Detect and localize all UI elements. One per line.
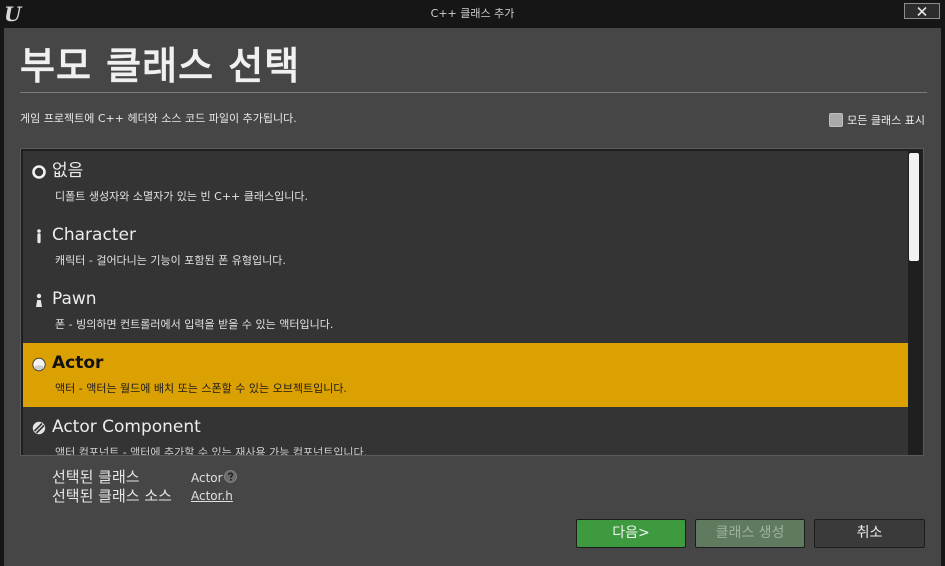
class-item-name: Actor [52, 353, 104, 373]
selected-class-source-link[interactable]: Actor.h [191, 488, 233, 504]
pawn-icon [36, 293, 42, 307]
title-divider [20, 92, 927, 93]
class-item-description: 디폴트 생성자와 소멸자가 있는 빈 C++ 클래스입니다. [55, 190, 308, 203]
help-icon[interactable] [224, 470, 237, 483]
class-item-name: 없음 [52, 161, 84, 181]
class-item-name: Character [52, 225, 136, 245]
window-title: C++ 클래스 추가 [430, 7, 515, 20]
dialog-content: 부모 클래스 선택 게임 프로젝트에 C++ 헤더와 소스 코드 파일이 추가됩… [4, 28, 941, 566]
class-item-pawn[interactable]: Pawn 폰 - 빙의하면 컨트롤러에서 입력을 받을 수 있는 액터입니다. [23, 279, 908, 343]
class-item-name: Actor Component [52, 417, 201, 437]
parent-class-list: 없음 디폴트 생성자와 소멸자가 있는 빈 C++ 클래스입니다. Charac… [20, 148, 924, 456]
class-item-description: 폰 - 빙의하면 컨트롤러에서 입력을 받을 수 있는 액터입니다. [55, 318, 334, 331]
class-item-none[interactable]: 없음 디폴트 생성자와 소멸자가 있는 빈 C++ 클래스입니다. [23, 151, 908, 215]
selected-class-source-label: 선택된 클래스 소스 [52, 487, 172, 505]
class-item-actor-component[interactable]: Actor Component 액터 컴포넌트 - 액터에 추가할 수 있는 재… [23, 407, 908, 456]
dialog-description: 게임 프로젝트에 C++ 헤더와 소스 코드 파일이 추가됩니다. [20, 112, 297, 125]
circle-icon [32, 165, 46, 179]
selected-class-value: Actor [191, 471, 223, 485]
next-button[interactable]: 다음> [576, 519, 686, 548]
class-list-items: 없음 디폴트 생성자와 소멸자가 있는 빈 C++ 클래스입니다. Charac… [23, 151, 908, 456]
actor-component-icon [32, 421, 46, 435]
show-all-classes-label: 모든 클래스 표시 [847, 114, 925, 127]
scrollbar-thumb[interactable] [909, 153, 919, 261]
cancel-button[interactable]: 취소 [814, 519, 925, 548]
character-icon [37, 229, 41, 244]
class-item-name: Pawn [52, 289, 97, 309]
selected-class-label: 선택된 클래스 [52, 468, 140, 486]
page-title: 부모 클래스 선택 [20, 44, 301, 88]
close-icon [917, 7, 927, 16]
class-item-description: 액터 컴포넌트 - 액터에 추가할 수 있는 재사용 가능 컴포넌트입니다. [55, 446, 368, 456]
close-button[interactable] [904, 3, 940, 19]
class-item-description: 캐릭터 - 걸어다니는 기능이 포함된 폰 유형입니다. [55, 254, 286, 267]
actor-sphere-icon [32, 357, 46, 372]
class-item-character[interactable]: Character 캐릭터 - 걸어다니는 기능이 포함된 폰 유형입니다. [23, 215, 908, 279]
show-all-classes-checkbox[interactable] [829, 113, 844, 127]
class-list-scrollbar[interactable] [909, 153, 919, 451]
title-bar: U C++ 클래스 추가 [0, 0, 945, 28]
create-class-button[interactable]: 클래스 생성 [695, 519, 805, 548]
show-all-classes-toggle[interactable]: 모든 클래스 표시 [829, 112, 925, 128]
class-item-actor[interactable]: Actor 액터 - 액터는 월드에 배치 또는 스폰할 수 있는 오브젝트입니… [23, 343, 908, 407]
class-item-description: 액터 - 액터는 월드에 배치 또는 스폰할 수 있는 오브젝트입니다. [55, 382, 347, 395]
